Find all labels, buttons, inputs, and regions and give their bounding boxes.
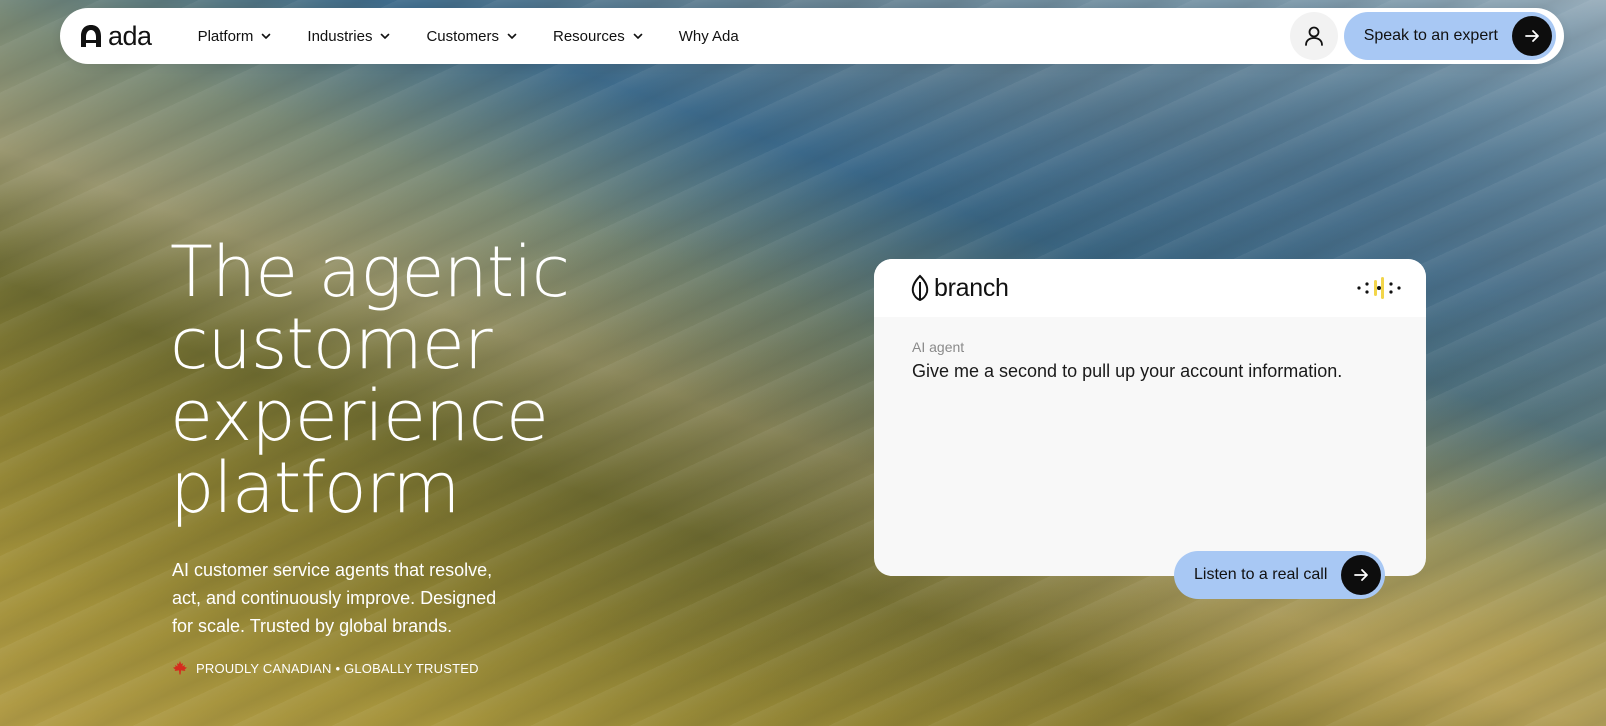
cta-label: Speak to an expert: [1363, 27, 1498, 44]
menu-why-ada[interactable]: Why Ada: [661, 16, 757, 56]
chevron-down-icon: [262, 33, 271, 39]
call-arrow: [1341, 555, 1382, 595]
menu-label: Customers: [426, 27, 499, 45]
menu-label: Why Ada: [678, 27, 739, 45]
hero-subtitle: AI customer service agents that resolve,…: [172, 560, 497, 636]
account-button[interactable]: [1289, 12, 1338, 60]
card-header: branch: [874, 259, 1426, 317]
arrow-right-icon: [1525, 30, 1539, 42]
ai-agent-call-card: branch AI agent Give me a second to pull…: [874, 259, 1426, 599]
ada-logo-icon: [81, 25, 101, 47]
nav-actions: Speak to an expert: [1289, 12, 1556, 60]
menu-platform[interactable]: Platform: [198, 16, 290, 56]
listen-real-call-button[interactable]: Listen to a real call: [1174, 551, 1386, 599]
top-navbar: ada Platform Industries Customers Resour…: [60, 8, 1564, 64]
logo-text: ada: [108, 20, 152, 51]
branch-leaf-icon: [911, 274, 929, 302]
badge-text: PROUDLY CANADIAN • GLOBALLY TRUSTED: [196, 660, 479, 676]
card-body: AI agent Give me a second to pull up you…: [874, 317, 1426, 404]
user-icon: [1304, 26, 1323, 46]
menu-industries[interactable]: Industries: [289, 16, 408, 56]
branch-logo: branch: [910, 274, 1009, 303]
menu-label: Resources: [553, 27, 625, 45]
chevron-down-icon: [381, 33, 390, 39]
agent-label: AI agent: [912, 339, 965, 355]
brand-name: branch: [934, 273, 1009, 302]
voice-wave-icon: [1357, 277, 1401, 299]
agent-message: Give me a second to pull up your account…: [912, 361, 1343, 381]
menu-resources[interactable]: Resources: [535, 16, 661, 56]
cta-arrow: [1512, 16, 1552, 56]
maple-leaf-icon: [173, 661, 187, 675]
call-button-label: Listen to a real call: [1194, 566, 1328, 583]
hero-title: The agentic customer experience platform: [170, 231, 570, 529]
canadian-badge: PROUDLY CANADIAN • GLOBALLY TRUSTED: [172, 660, 479, 676]
chevron-down-icon: [507, 33, 517, 39]
main-menu: Platform Industries Customers Resources …: [198, 16, 757, 56]
menu-label: Industries: [307, 27, 373, 45]
chevron-down-icon: [633, 33, 643, 39]
ada-logo[interactable]: ada: [80, 8, 152, 64]
menu-label: Platform: [197, 27, 254, 45]
arrow-right-icon: [1354, 569, 1369, 581]
menu-customers[interactable]: Customers: [408, 16, 535, 56]
speak-to-expert-button[interactable]: Speak to an expert: [1343, 12, 1556, 60]
